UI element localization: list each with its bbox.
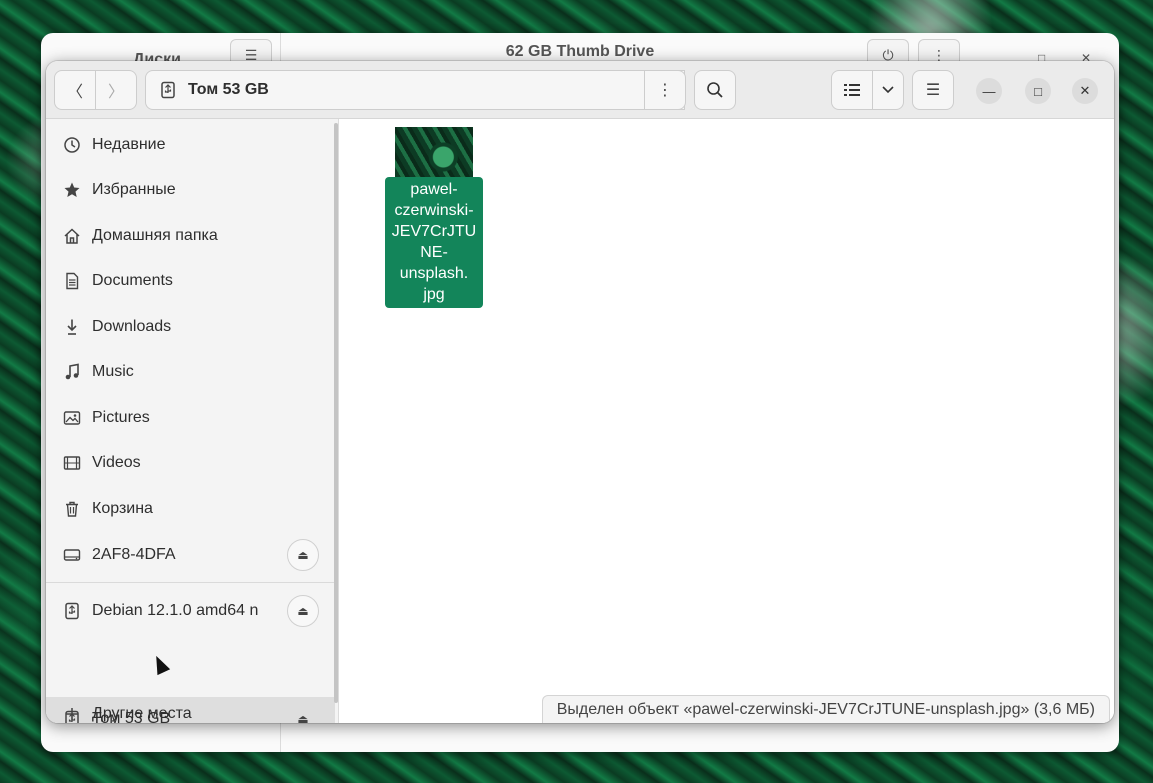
maximize-icon: □ — [1034, 83, 1042, 99]
minimize-button[interactable]: — — [976, 78, 1002, 104]
headerbar: 〈 〉 Том 53 GB ⋮ ☰ — □ ✕ — [46, 61, 1114, 119]
file-name-line: NE- — [420, 244, 448, 261]
usb-icon — [158, 80, 178, 100]
path-menu-button[interactable]: ⋮ — [644, 70, 686, 110]
more-vertical-icon: ⋮ — [657, 82, 673, 99]
sidebar-item-music[interactable]: Music — [46, 350, 335, 394]
download-icon — [62, 317, 82, 337]
close-icon: ✕ — [1079, 83, 1091, 98]
forward-button[interactable]: 〉 — [95, 70, 137, 110]
path-current-location[interactable]: Том 53 GB — [188, 81, 269, 99]
usb-icon — [62, 601, 82, 621]
picture-icon — [62, 408, 82, 428]
trash-icon — [62, 499, 82, 519]
search-icon — [707, 82, 723, 98]
sidebar-item-label: Debian 12.1.0 amd64 n — [92, 602, 259, 619]
file-name-label: pawel- czerwinski- JEV7CrJTU NE- unsplas… — [385, 177, 483, 308]
sidebar-scrollbar[interactable] — [334, 123, 338, 703]
chevron-left-icon: 〈 — [66, 84, 83, 101]
sidebar-item-home[interactable]: Домашняя папка — [46, 214, 335, 258]
video-icon — [62, 453, 82, 473]
sidebar-item-trash[interactable]: Корзина — [46, 487, 335, 531]
document-icon — [62, 271, 82, 291]
file-name-line: JEV7CrJTU — [391, 223, 477, 240]
minimize-icon: — — [982, 83, 996, 99]
pathbar[interactable]: Том 53 GB — [145, 70, 685, 110]
view-list-button[interactable] — [831, 70, 873, 110]
view-options-dropdown[interactable] — [872, 70, 904, 110]
drive-icon — [62, 545, 82, 565]
sidebar-item-starred[interactable]: Избранные — [46, 168, 335, 212]
eject-button[interactable]: ⏏ — [287, 539, 319, 571]
sidebar-item-label: Домашняя папка — [92, 227, 218, 244]
sidebar-item-label: 2AF8-4DFA — [92, 546, 176, 563]
sidebar: Недавние Избранные Домашняя папка Docume… — [46, 119, 339, 723]
file-name-line: jpg — [423, 286, 445, 303]
sidebar-item-label: Music — [92, 363, 134, 380]
sidebar-item-label: Корзина — [92, 500, 153, 517]
back-button[interactable]: 〈 — [54, 70, 96, 110]
file-name-line: pawel- — [410, 181, 458, 198]
file-item[interactable]: pawel- czerwinski- JEV7CrJTU NE- unsplas… — [384, 127, 484, 308]
sidebar-item-label: Избранные — [92, 181, 176, 198]
chevron-down-icon — [882, 86, 894, 94]
clock-icon — [62, 135, 82, 155]
close-button[interactable]: ✕ — [1072, 78, 1098, 104]
eject-icon: ⏏ — [297, 548, 309, 562]
main-menu-button[interactable]: ☰ — [912, 70, 954, 110]
sidebar-item-videos[interactable]: Videos — [46, 441, 335, 485]
sidebar-item-label: Pictures — [92, 409, 150, 426]
file-name-line: czerwinski- — [394, 202, 474, 219]
hamburger-icon: ☰ — [925, 82, 941, 99]
sidebar-item-drive-2af8[interactable]: 2AF8-4DFA ⏏ — [46, 533, 335, 577]
sidebar-item-label: Downloads — [92, 318, 172, 335]
file-manager-window: 〈 〉 Том 53 GB ⋮ ☰ — □ ✕ Недавние Избранн… — [46, 61, 1114, 723]
sidebar-item-label: Недавние — [92, 136, 166, 153]
sidebar-item-label: Documents — [92, 272, 173, 289]
chevron-right-icon: 〉 — [107, 84, 124, 101]
sidebar-item-recent[interactable]: Недавние — [46, 123, 335, 167]
search-button[interactable] — [694, 70, 736, 110]
eject-button[interactable]: ⏏ — [287, 595, 319, 627]
sidebar-item-documents[interactable]: Documents — [46, 259, 335, 303]
eject-icon: ⏏ — [297, 604, 309, 618]
status-text: Выделен объект «pawel-czerwinski-JEV7CrJ… — [556, 700, 1095, 718]
sidebar-item-label: Videos — [92, 454, 141, 471]
home-icon — [62, 226, 82, 246]
file-name-line: unsplash. — [399, 265, 469, 282]
list-view-icon — [844, 84, 860, 96]
selection-status-bar: Выделен объект «pawel-czerwinski-JEV7CrJ… — [541, 695, 1110, 723]
sidebar-separator — [46, 582, 335, 583]
star-icon — [62, 180, 82, 200]
sidebar-item-downloads[interactable]: Downloads — [46, 305, 335, 349]
file-view[interactable]: pawel- czerwinski- JEV7CrJTU NE- unsplas… — [340, 119, 1114, 723]
sidebar-item-debian[interactable]: Debian 12.1.0 amd64 n ⏏ — [46, 589, 335, 633]
music-icon — [62, 362, 82, 382]
sidebar-item-other-places[interactable]: Другие места — [46, 700, 335, 723]
file-thumbnail — [395, 127, 473, 177]
sidebar-item-label: Другие места — [92, 705, 192, 722]
maximize-button[interactable]: □ — [1025, 78, 1051, 104]
plus-icon — [62, 704, 82, 723]
sidebar-item-pictures[interactable]: Pictures — [46, 396, 335, 440]
